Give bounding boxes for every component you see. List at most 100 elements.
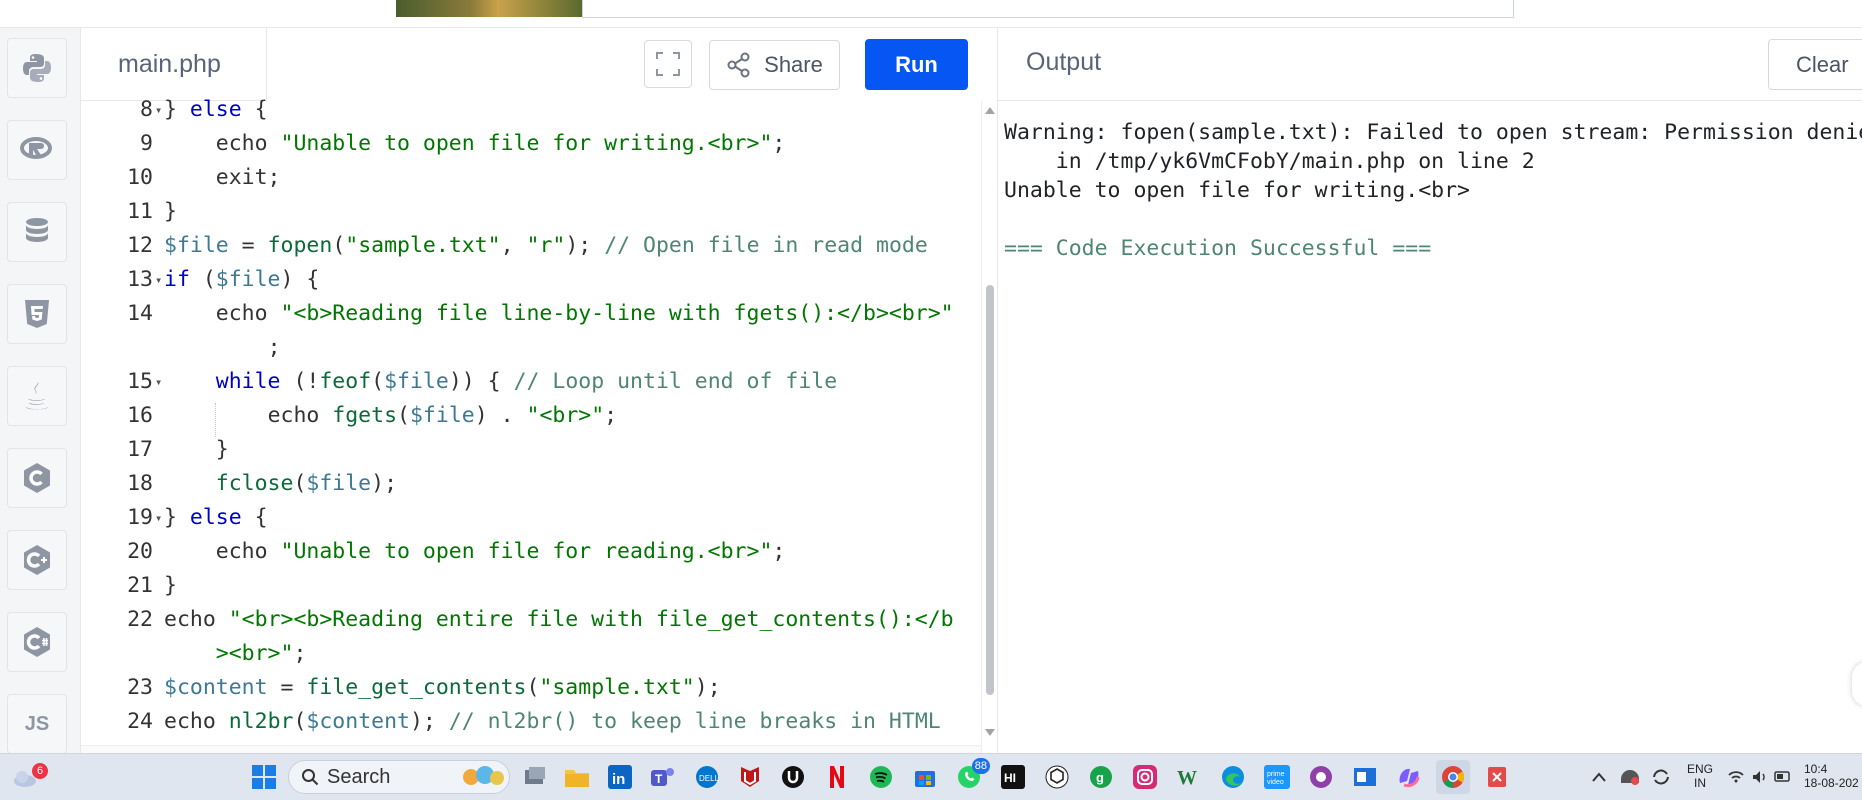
sql-database-icon[interactable] <box>7 202 67 262</box>
chrome-icon[interactable] <box>1436 760 1470 794</box>
code-line[interactable]: 11} <box>81 195 976 229</box>
whatsapp-icon[interactable]: 88 <box>952 758 990 794</box>
js-label: JS <box>24 712 50 735</box>
sync-icon[interactable] <box>1644 760 1678 794</box>
code-line[interactable]: 19 ▾} else { <box>81 501 976 535</box>
line-number: 21 <box>127 573 153 598</box>
editor-horizontal-scrollbar[interactable] <box>81 745 981 753</box>
language-indicator[interactable]: ENG IN <box>1682 762 1718 790</box>
clock-date: 18-08-202 <box>1804 776 1859 790</box>
taskbar-search[interactable]: Search <box>288 760 510 794</box>
line-number: 10 <box>127 165 153 190</box>
code-text: echo "Unable to open file for writing.<b… <box>215 131 786 156</box>
window-app-icon[interactable] <box>1348 760 1382 794</box>
fullscreen-button[interactable] <box>644 40 692 88</box>
output-line: === Code Execution Successful === <box>1004 236 1432 261</box>
show-hidden-icons-chevron[interactable] <box>1582 760 1616 794</box>
chatgpt-icon[interactable] <box>1040 760 1074 794</box>
u-app-icon[interactable] <box>776 760 810 794</box>
html5-icon[interactable] <box>7 284 67 344</box>
line-number: 20 <box>127 539 153 564</box>
indent-guide <box>215 403 216 437</box>
code-line[interactable]: 17 } <box>81 433 976 467</box>
circle-app-icon[interactable] <box>1304 760 1338 794</box>
store-icon[interactable] <box>908 760 942 794</box>
code-line[interactable]: 10 exit; <box>81 161 976 195</box>
tray-app-icon[interactable] <box>1613 760 1647 794</box>
cpp-icon[interactable] <box>7 530 67 590</box>
code-line[interactable]: 8 ▾} else { <box>81 93 976 127</box>
mcafee-icon[interactable] <box>733 760 767 794</box>
python-icon[interactable] <box>7 38 67 98</box>
instagram-icon[interactable] <box>1128 760 1162 794</box>
code-line[interactable]: 15 ▾ while (!feof($file)) { // Loop until… <box>81 365 976 399</box>
c-icon[interactable] <box>7 448 67 508</box>
teams-icon[interactable]: T <box>646 760 680 794</box>
language-sidebar: JS <box>0 28 81 754</box>
run-button[interactable]: Run <box>865 39 968 90</box>
linkedin-icon[interactable]: in <box>603 760 637 794</box>
output-line: Unable to open file for writing.<br> <box>1004 178 1470 203</box>
code-editor[interactable]: 8 ▾} else {9 echo "Unable to open file fo… <box>81 97 981 753</box>
code-text: } <box>164 199 177 224</box>
scrollbar-thumb[interactable] <box>986 285 994 695</box>
js-icon[interactable]: JS <box>7 694 67 754</box>
share-button[interactable]: Share <box>709 40 840 90</box>
prime-video-icon[interactable]: prime video <box>1260 760 1294 794</box>
clear-button[interactable]: Clear <box>1768 39 1862 90</box>
ad-banner[interactable] <box>582 0 1514 18</box>
dell-icon[interactable]: DELL <box>690 760 724 794</box>
code-line[interactable]: 24 echo nl2br($content); // nl2br() to ke… <box>81 705 976 739</box>
code-text: fclose($file); <box>215 471 398 496</box>
w-app-icon[interactable]: W <box>1172 760 1206 794</box>
fullscreen-icon <box>656 52 680 76</box>
fold-toggle-icon[interactable]: ▾ <box>155 263 162 297</box>
r-icon[interactable] <box>7 120 67 180</box>
code-text: echo fgets($file) . "<br>"; <box>267 403 618 428</box>
java-icon[interactable] <box>7 366 67 426</box>
code-line[interactable]: 12 $file = fopen("sample.txt", "r"); // O… <box>81 229 976 263</box>
code-line[interactable]: 23 $content = file_get_contents("sample.t… <box>81 671 976 705</box>
code-line[interactable]: 18 fclose($file); <box>81 467 976 501</box>
output-header: Output Clear <box>997 28 1862 101</box>
code-line[interactable]: 9 echo "Unable to open file for writing.… <box>81 127 976 161</box>
snipping-tool-icon[interactable] <box>1480 760 1514 794</box>
netflix-icon[interactable] <box>820 760 854 794</box>
scroll-down-icon[interactable] <box>985 729 995 736</box>
balloons-icon <box>463 766 504 785</box>
line-number: 17 <box>127 437 153 462</box>
ad-image[interactable] <box>396 0 582 17</box>
svg-text:video: video <box>1267 779 1284 786</box>
file-explorer-icon[interactable] <box>560 760 594 794</box>
scroll-up-icon[interactable] <box>985 107 995 114</box>
copilot-icon[interactable] <box>1392 760 1426 794</box>
code-line[interactable]: ><br>"; <box>81 637 976 671</box>
weather-widget[interactable]: 6 <box>8 760 48 794</box>
csharp-icon[interactable] <box>7 612 67 672</box>
notion-like-app-icon[interactable]: HI <box>996 760 1030 794</box>
code-text: while (!feof($file)) { // Loop until end… <box>215 369 838 394</box>
code-line[interactable]: 22 echo "<br><b>Reading entire file with … <box>81 603 976 637</box>
code-line[interactable]: 20 echo "Unable to open file for reading… <box>81 535 976 569</box>
code-text: } else { <box>164 505 268 530</box>
green-app-icon[interactable]: g <box>1084 760 1118 794</box>
code-text: echo "<br><b>Reading entire file with fi… <box>164 607 954 632</box>
fold-toggle-icon[interactable]: ▾ <box>155 93 162 127</box>
start-button[interactable] <box>247 760 281 794</box>
task-view-icon[interactable] <box>518 760 552 794</box>
fold-toggle-icon[interactable]: ▾ <box>155 365 162 399</box>
code-line[interactable]: ; <box>81 331 976 365</box>
network-volume-battery[interactable] <box>1726 760 1796 794</box>
editor-scrollbar[interactable] <box>981 101 997 753</box>
svg-text:W: W <box>1177 767 1197 789</box>
clock[interactable]: 10:4 18-08-202 <box>1804 762 1862 790</box>
spotify-icon[interactable] <box>864 760 898 794</box>
svg-text:DELL: DELL <box>699 774 719 783</box>
code-line[interactable]: 21} <box>81 569 976 603</box>
edge-icon[interactable] <box>1216 760 1250 794</box>
code-line[interactable]: 13 ▾ if ($file) { <box>81 263 976 297</box>
fold-toggle-icon[interactable]: ▾ <box>155 501 162 535</box>
line-number: 24 <box>127 709 153 734</box>
code-line[interactable]: 14 echo "<b>Reading file line-by-line wi… <box>81 297 976 331</box>
file-tab[interactable]: main.php <box>81 28 266 101</box>
